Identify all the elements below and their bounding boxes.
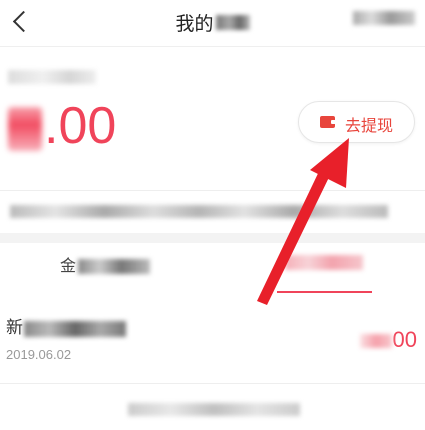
tab-detail-visible-char: 金 bbox=[60, 258, 77, 275]
transaction-title-visible: 新 bbox=[6, 318, 23, 337]
transaction-title: 新 bbox=[6, 313, 126, 338]
balance-amount-visible: .00 bbox=[44, 97, 117, 155]
active-tab-indicator bbox=[277, 291, 372, 293]
balance-label bbox=[8, 70, 96, 84]
divider bbox=[0, 190, 425, 191]
withdraw-button-label: 去提现 bbox=[345, 118, 394, 135]
list-end-note bbox=[128, 403, 300, 416]
page-title-blurred-text bbox=[215, 15, 250, 30]
notice-text bbox=[10, 205, 388, 218]
transaction-amount-blurred bbox=[359, 334, 392, 349]
transaction-title-blurred bbox=[24, 320, 126, 337]
tab-detail-blurred-text bbox=[78, 259, 151, 275]
section-separator bbox=[0, 233, 425, 243]
tab-withdraw-records[interactable] bbox=[285, 255, 363, 270]
transaction-date: 2019.06.02 bbox=[6, 347, 72, 362]
header-right-action[interactable] bbox=[353, 11, 415, 25]
page-title-visible-text: 我的 bbox=[175, 14, 214, 35]
transaction-amount: 00 bbox=[359, 327, 417, 353]
transaction-amount-visible: 00 bbox=[392, 327, 417, 352]
balance-amount: .00 bbox=[8, 94, 116, 158]
wallet-icon bbox=[320, 116, 336, 128]
balance-amount-blurred-digit bbox=[8, 107, 42, 152]
top-nav-bar: 我的 bbox=[0, 0, 425, 47]
tab-detail[interactable]: 金 bbox=[60, 252, 151, 276]
annotation-arrow-head bbox=[310, 138, 349, 188]
withdraw-button[interactable]: 去提现 bbox=[298, 101, 415, 143]
divider bbox=[0, 383, 425, 384]
